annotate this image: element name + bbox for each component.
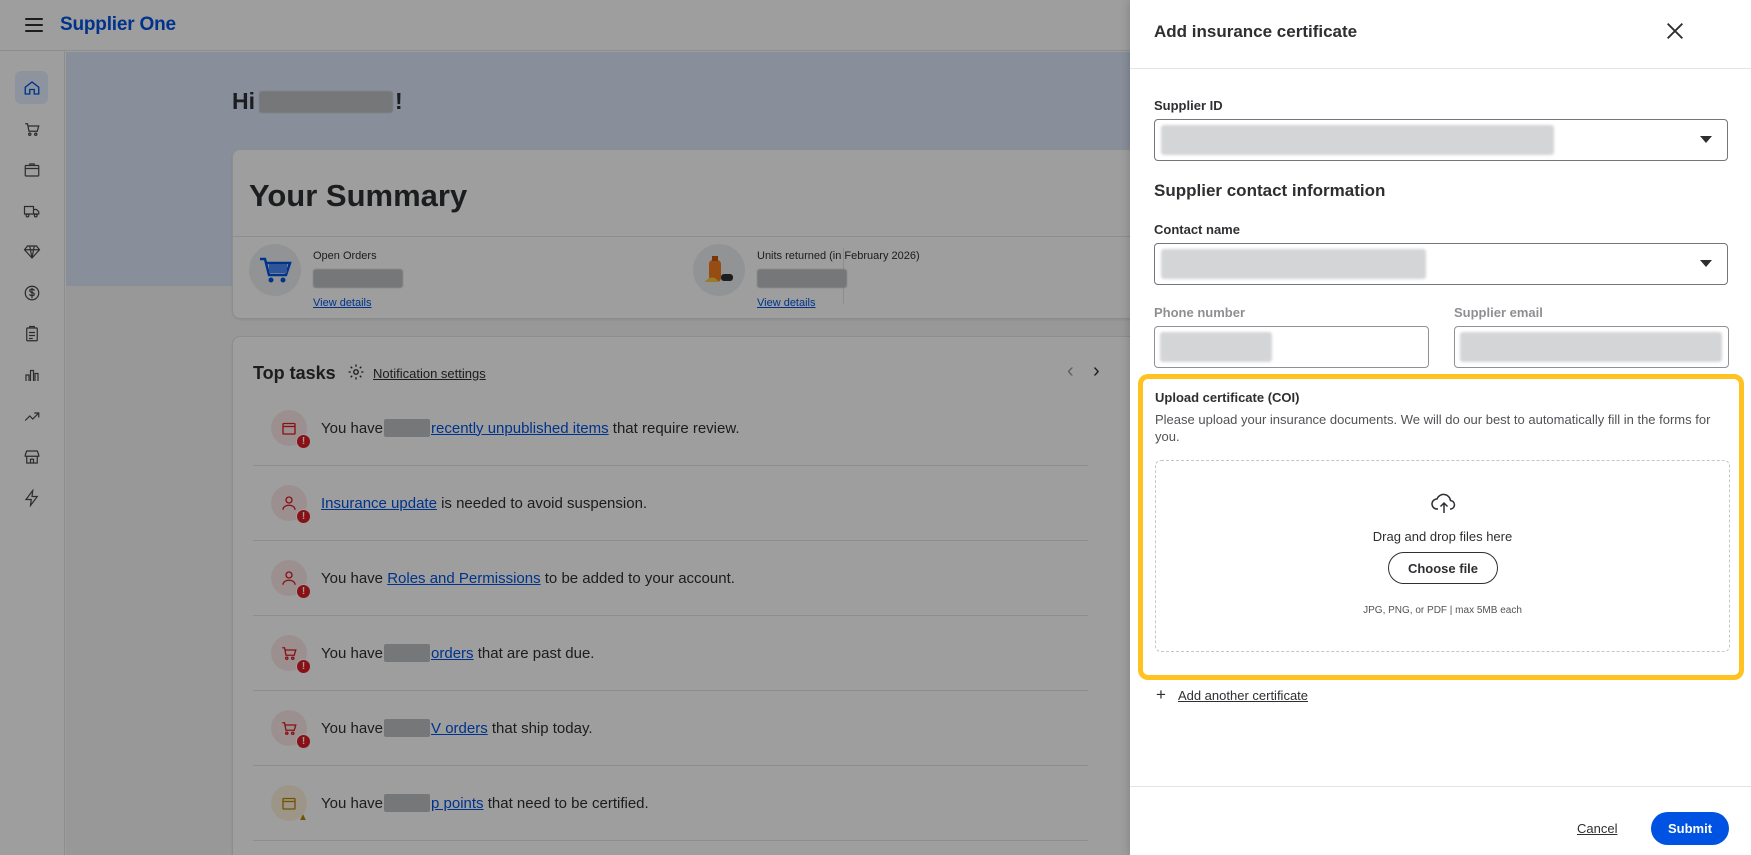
drawer-footer: Cancel Submit <box>1130 786 1751 855</box>
contact-section-title: Supplier contact information <box>1154 181 1386 200</box>
upload-certificate-section: Upload certificate (COI) Please upload y… <box>1138 374 1744 680</box>
drawer-header: Add insurance certificate <box>1130 0 1751 69</box>
redacted-value <box>1460 332 1722 362</box>
contact-name-select[interactable] <box>1154 243 1728 285</box>
supplier-id-label: Supplier ID <box>1154 98 1223 113</box>
supplier-id-select[interactable] <box>1154 119 1728 161</box>
drawer-title: Add insurance certificate <box>1154 22 1358 41</box>
email-input[interactable] <box>1454 326 1729 368</box>
email-label: Supplier email <box>1454 305 1543 320</box>
cancel-button[interactable]: Cancel <box>1577 821 1617 836</box>
add-another-link[interactable]: Add another certificate <box>1178 688 1308 703</box>
drop-text: Drag and drop files here <box>1372 529 1513 544</box>
close-icon[interactable] <box>1664 20 1686 42</box>
modal-overlay[interactable] <box>0 0 1130 855</box>
submit-button[interactable]: Submit <box>1651 812 1729 845</box>
caret-down-icon <box>1700 136 1712 143</box>
contact-name-label: Contact name <box>1154 222 1240 237</box>
redacted-value <box>1160 332 1272 362</box>
file-hint: JPG, PNG, or PDF | max 5MB each <box>1363 605 1522 616</box>
phone-label: Phone number <box>1154 305 1246 320</box>
insurance-drawer: Add insurance certificate Supplier ID Su… <box>1130 0 1751 855</box>
phone-input[interactable] <box>1154 326 1429 368</box>
plus-icon: + <box>1156 685 1166 704</box>
choose-file-button[interactable]: Choose file <box>1388 552 1498 584</box>
redacted-value <box>1161 125 1554 155</box>
upload-title: Upload certificate (COI) <box>1155 390 1300 405</box>
caret-down-icon <box>1700 260 1712 267</box>
redacted-value <box>1161 249 1426 279</box>
file-dropzone[interactable]: Drag and drop files here Choose file JPG… <box>1155 460 1730 652</box>
upload-description: Please upload your insurance documents. … <box>1155 412 1711 444</box>
add-another-certificate[interactable]: + Add another certificate <box>1156 685 1308 705</box>
cloud-upload-icon <box>1431 493 1456 513</box>
